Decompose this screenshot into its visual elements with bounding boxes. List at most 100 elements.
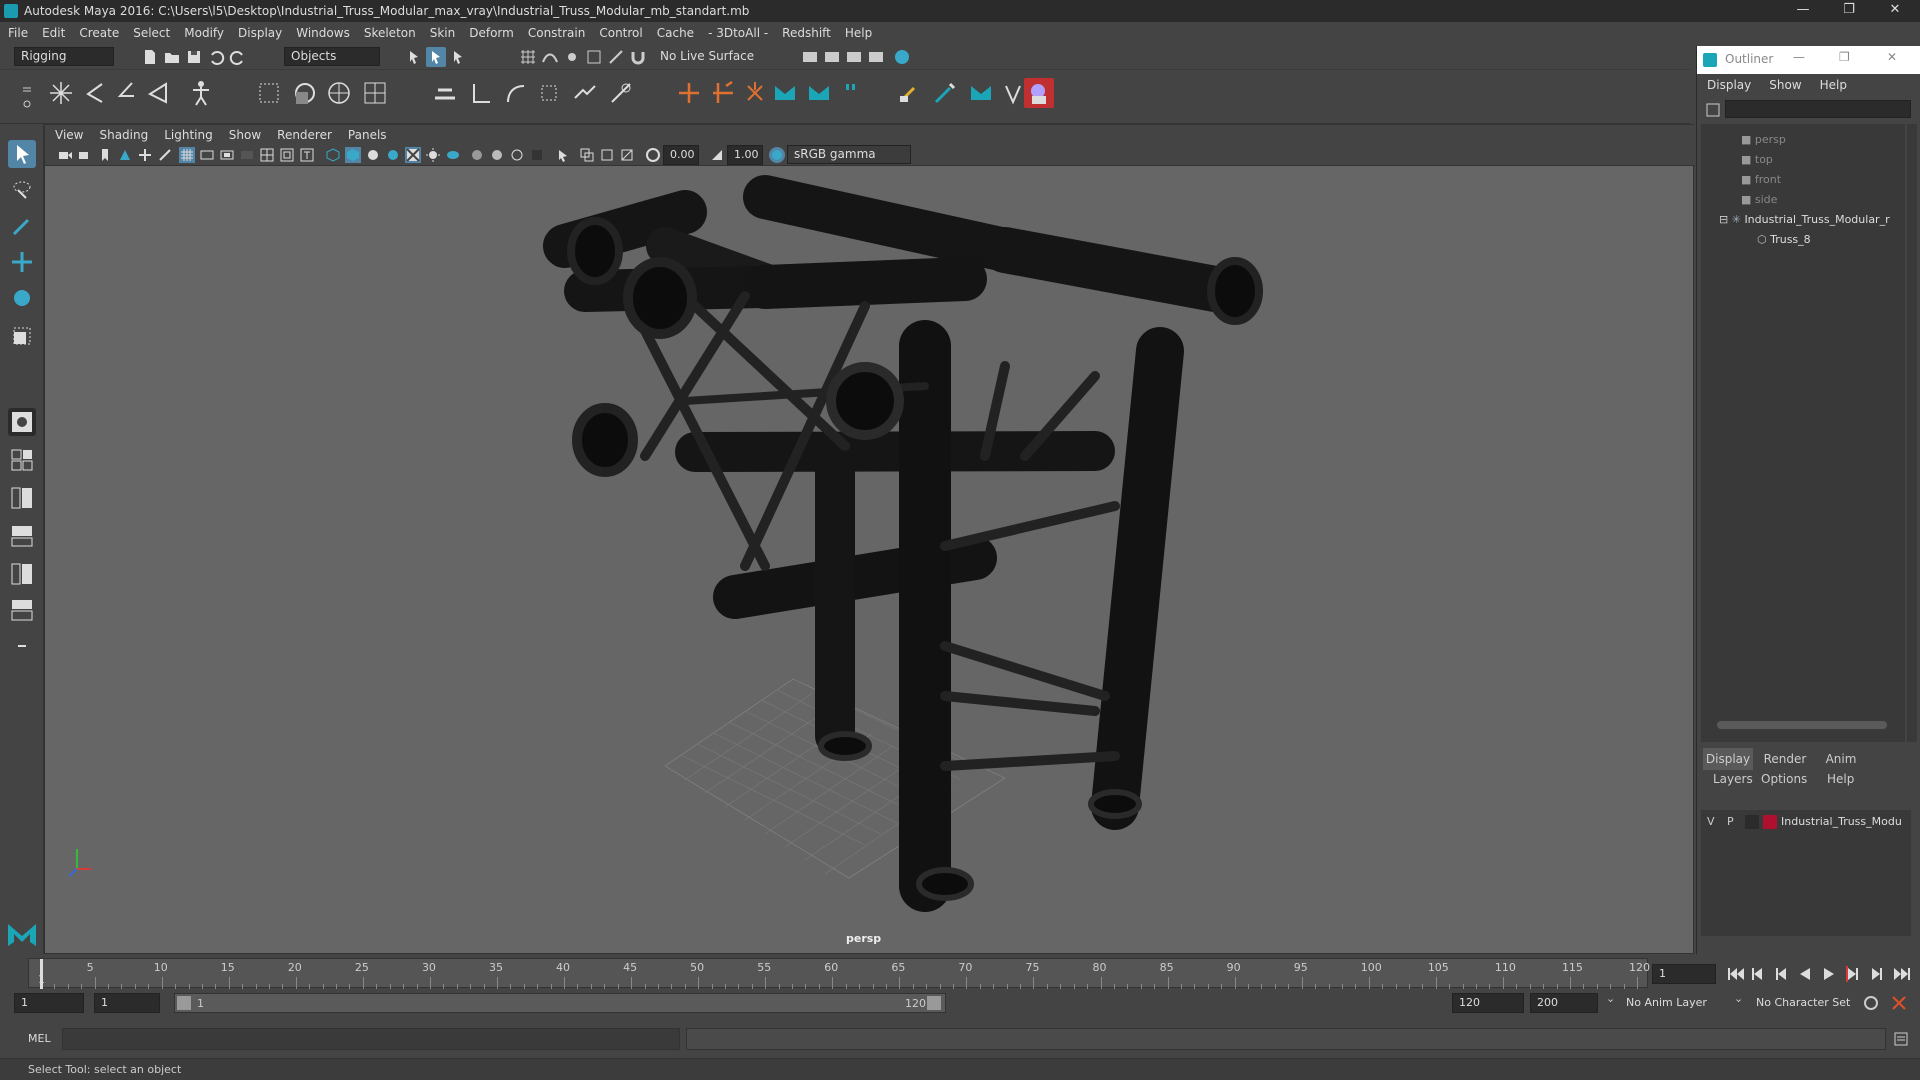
- layer-name[interactable]: Industrial_Truss_Modu: [1781, 815, 1902, 828]
- image-plane-icon[interactable]: [117, 147, 133, 163]
- playback-start-field[interactable]: 1: [94, 993, 160, 1013]
- redo-icon[interactable]: [228, 47, 248, 67]
- menu-edit[interactable]: Edit: [42, 26, 65, 40]
- scene-canvas[interactable]: [45, 166, 1695, 955]
- auto-key-icon[interactable]: [1862, 994, 1880, 1012]
- outliner-filter-icon[interactable]: [1705, 102, 1721, 118]
- time-ruler[interactable]: 1510152025303540455055606570758085909510…: [28, 958, 1650, 989]
- collapse-toolbox-icon[interactable]: [8, 632, 36, 660]
- exposure-field[interactable]: 0.00: [663, 145, 699, 165]
- range-start-handle[interactable]: [177, 996, 191, 1010]
- film-gate-icon[interactable]: [199, 147, 215, 163]
- lasso-tool-icon[interactable]: [8, 176, 36, 204]
- menuset-dropdown[interactable]: Rigging: [14, 47, 114, 66]
- menu-control[interactable]: Control: [599, 26, 642, 40]
- four-view-layout-icon[interactable]: [8, 446, 36, 474]
- smooth-shade-icon[interactable]: [345, 147, 361, 163]
- shadows-icon[interactable]: [445, 147, 461, 163]
- anti-aliasing-icon[interactable]: [509, 147, 525, 163]
- lights-icon[interactable]: [425, 147, 441, 163]
- vp-menu-shading[interactable]: Shading: [99, 128, 148, 142]
- cluster-icon[interactable]: [466, 78, 496, 108]
- menu-skin[interactable]: Skin: [430, 26, 456, 40]
- paint-weights-icon[interactable]: [430, 78, 460, 108]
- select-component-icon[interactable]: [448, 47, 468, 67]
- camera-lock-icon[interactable]: [77, 147, 93, 163]
- outliner-item-top[interactable]: ■ top: [1701, 150, 1901, 170]
- selection-mode-dropdown[interactable]: Objects: [284, 47, 380, 66]
- hypershade-icon[interactable]: [892, 47, 912, 67]
- render-settings-icon[interactable]: [866, 47, 886, 67]
- exposure-icon[interactable]: [645, 147, 661, 163]
- move-tool-icon[interactable]: [8, 248, 36, 276]
- gamma-icon[interactable]: [709, 147, 725, 163]
- grid-toggle-icon[interactable]: [179, 147, 195, 163]
- command-input[interactable]: [62, 1028, 680, 1050]
- save-scene-icon[interactable]: [184, 47, 204, 67]
- color-management-icon[interactable]: [769, 147, 785, 163]
- motion-blur-icon[interactable]: [489, 147, 505, 163]
- safe-title-icon[interactable]: [299, 147, 315, 163]
- bookmark-icon[interactable]: [97, 147, 113, 163]
- bind-skin-icon[interactable]: [290, 78, 320, 108]
- depth-of-field-icon[interactable]: [529, 147, 545, 163]
- menu-modify[interactable]: Modify: [184, 26, 224, 40]
- xray-components-icon[interactable]: [619, 147, 635, 163]
- vp-menu-view[interactable]: View: [55, 128, 83, 142]
- close-button[interactable]: ✕: [1872, 0, 1918, 22]
- hik-controls-icon[interactable]: [804, 78, 834, 108]
- tab-anim[interactable]: Anim: [1815, 748, 1867, 770]
- menu-deform[interactable]: Deform: [469, 26, 514, 40]
- current-time-indicator[interactable]: [40, 959, 43, 989]
- outliner-item-side[interactable]: ■ side: [1701, 190, 1901, 210]
- menu-create[interactable]: Create: [79, 26, 119, 40]
- layer-playback-toggle[interactable]: P: [1727, 815, 1734, 828]
- outliner-item-front[interactable]: ■ front: [1701, 170, 1901, 190]
- isolate-select-icon[interactable]: [555, 147, 571, 163]
- default-material-icon[interactable]: [365, 147, 381, 163]
- quick-rig-icon[interactable]: [186, 78, 216, 108]
- script-language-toggle[interactable]: MEL: [28, 1032, 51, 1045]
- outliner-menu-display[interactable]: Display: [1707, 78, 1751, 92]
- outliner-item-truss-8[interactable]: ⬡ Truss_8: [1701, 230, 1901, 250]
- screen-space-ao-icon[interactable]: [469, 147, 485, 163]
- new-scene-icon[interactable]: [140, 47, 160, 67]
- restore-button[interactable]: ❐: [1826, 0, 1872, 22]
- wireframe-on-shaded-icon[interactable]: [385, 147, 401, 163]
- ik-handle-icon[interactable]: [254, 78, 284, 108]
- tab-display[interactable]: Display: [1703, 748, 1753, 770]
- xray-joints-icon[interactable]: [599, 147, 615, 163]
- layer-visibility-toggle[interactable]: V: [1707, 815, 1715, 828]
- menu-skeleton[interactable]: Skeleton: [364, 26, 416, 40]
- magnet-icon[interactable]: [628, 47, 648, 67]
- point-constraint-icon[interactable]: [674, 78, 704, 108]
- render-view-icon[interactable]: [800, 47, 820, 67]
- ipr-render-icon[interactable]: [844, 47, 864, 67]
- layer-reference-toggle[interactable]: [1745, 815, 1759, 829]
- shelf-script-icon[interactable]: [1024, 78, 1054, 108]
- character-set-dropdown-arrow[interactable]: ⌄: [1734, 992, 1743, 1005]
- sculpt-deformer-icon[interactable]: [606, 78, 636, 108]
- menu-display[interactable]: Display: [238, 26, 282, 40]
- menu-cache[interactable]: Cache: [657, 26, 694, 40]
- vp-menu-panels[interactable]: Panels: [348, 128, 387, 142]
- range-end-handle[interactable]: [927, 996, 941, 1010]
- snap-point-icon[interactable]: [562, 47, 582, 67]
- grease-pencil-icon[interactable]: [157, 147, 173, 163]
- xray-icon[interactable]: [579, 147, 595, 163]
- snap-view-plane-icon[interactable]: [584, 47, 604, 67]
- paint-tool-icon[interactable]: [930, 78, 960, 108]
- rotate-tool-icon[interactable]: [8, 284, 36, 312]
- playback-end-field[interactable]: 120: [1452, 993, 1524, 1013]
- minimize-button[interactable]: —: [1780, 0, 1826, 22]
- live-surface-label[interactable]: No Live Surface: [660, 49, 754, 63]
- outliner-restore-button[interactable]: ❐: [1839, 50, 1850, 64]
- scene-start-field[interactable]: 1: [14, 993, 84, 1013]
- menu-constrain[interactable]: Constrain: [528, 26, 586, 40]
- menu-file[interactable]: File: [8, 26, 28, 40]
- menu-windows[interactable]: Windows: [296, 26, 350, 40]
- safe-action-icon[interactable]: [279, 147, 295, 163]
- persp-outliner-layout-icon[interactable]: [8, 484, 36, 512]
- select-object-icon[interactable]: [426, 47, 446, 67]
- menu-select[interactable]: Select: [133, 26, 170, 40]
